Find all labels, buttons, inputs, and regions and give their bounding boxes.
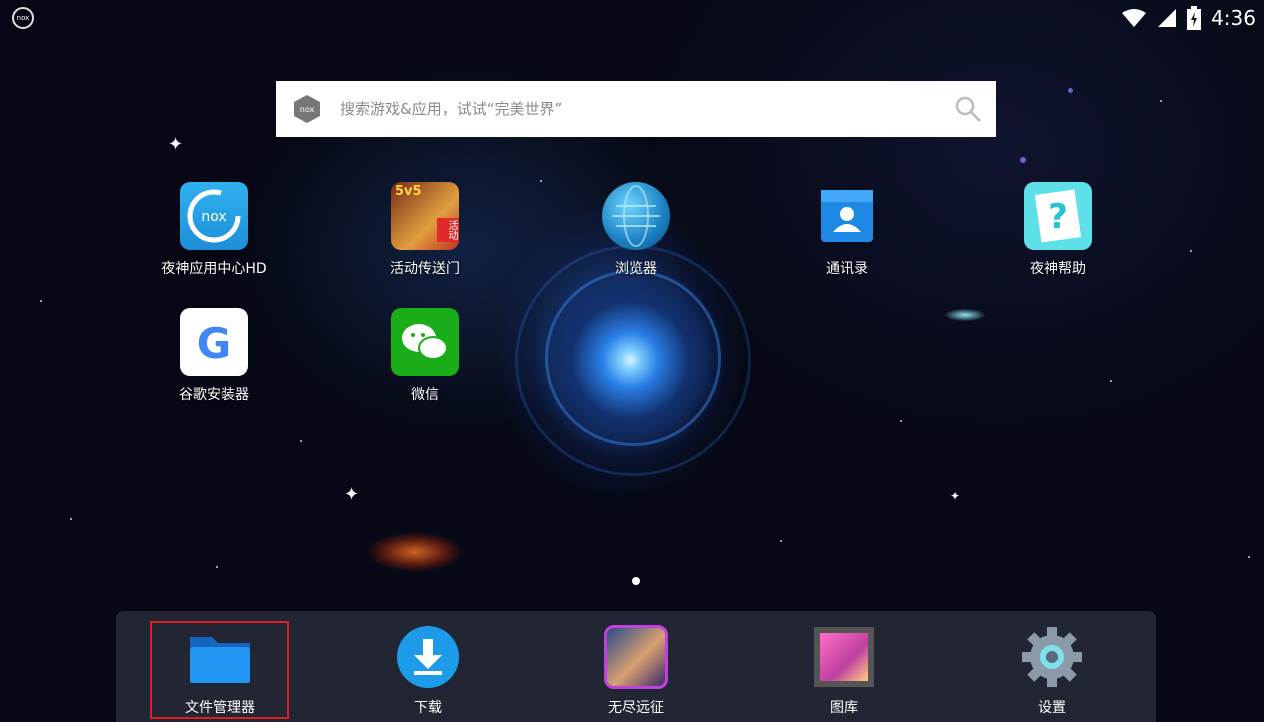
search-bar[interactable]: nox 搜索游戏&应用，试试“完美世界” bbox=[276, 81, 996, 137]
dock-app-gallery[interactable]: 图库 bbox=[774, 625, 914, 717]
game-portrait-icon bbox=[604, 625, 668, 689]
dock-label: 无尽远征 bbox=[608, 700, 664, 716]
nox-logo-icon: nox bbox=[12, 7, 34, 29]
dock-app-endless-expedition[interactable]: 无尽远征 bbox=[566, 625, 706, 717]
dock-app-download[interactable]: 下载 bbox=[358, 625, 498, 717]
nox-app-center-icon: nox bbox=[180, 182, 248, 250]
search-icon[interactable] bbox=[954, 95, 982, 123]
star bbox=[1248, 556, 1250, 558]
app-label: 浏览器 bbox=[615, 261, 657, 277]
battery-charging-icon bbox=[1187, 6, 1202, 30]
event-portal-icon: 5v5 活动 bbox=[391, 182, 459, 250]
app-label: 通讯录 bbox=[826, 261, 868, 277]
star bbox=[70, 518, 72, 520]
browser-globe-icon bbox=[602, 182, 670, 250]
app-event-portal[interactable]: 5v5 活动 活动传送门 bbox=[355, 182, 495, 278]
app-wechat[interactable]: 微信 bbox=[355, 308, 495, 404]
galaxy-ring bbox=[515, 245, 751, 476]
star bbox=[1110, 380, 1112, 382]
star bbox=[540, 180, 542, 182]
status-bar: nox 4:36 bbox=[0, 0, 1264, 36]
star bbox=[1160, 100, 1162, 102]
star bbox=[1190, 250, 1192, 252]
dock-label: 设置 bbox=[1038, 700, 1066, 716]
clock: 4:36 bbox=[1211, 6, 1256, 30]
svg-text:G: G bbox=[197, 319, 231, 368]
star bbox=[40, 300, 42, 302]
sparkle-star: ✦ bbox=[950, 489, 961, 503]
app-label: 微信 bbox=[411, 387, 439, 403]
star bbox=[1020, 157, 1026, 163]
svg-text:nox: nox bbox=[300, 105, 315, 114]
svg-text:?: ? bbox=[1048, 197, 1068, 237]
nox-search-logo-icon: nox bbox=[294, 95, 320, 123]
page-indicator bbox=[632, 577, 640, 585]
sparkle-star: ✦ bbox=[344, 484, 360, 505]
wifi-icon bbox=[1122, 9, 1147, 27]
highlight-box bbox=[150, 621, 289, 719]
app-nox-app-center[interactable]: nox 夜神应用中心HD bbox=[144, 182, 284, 278]
svg-text:nox: nox bbox=[201, 209, 226, 225]
star bbox=[900, 420, 902, 422]
dock-app-settings[interactable]: 设置 bbox=[982, 625, 1122, 717]
star bbox=[300, 440, 302, 442]
app-label: 夜神应用中心HD bbox=[161, 261, 267, 277]
contacts-icon bbox=[813, 182, 881, 250]
star bbox=[1068, 88, 1073, 93]
signal-icon bbox=[1158, 9, 1177, 27]
star bbox=[216, 566, 218, 568]
dock-label: 下载 bbox=[414, 700, 442, 716]
app-contacts[interactable]: 通讯录 bbox=[777, 182, 917, 278]
app-google-installer[interactable]: G 谷歌安装器 bbox=[144, 308, 284, 404]
gear-icon bbox=[1020, 625, 1084, 689]
status-icons: 4:36 bbox=[1121, 4, 1256, 32]
star bbox=[780, 540, 782, 542]
gallery-icon bbox=[812, 625, 876, 689]
dock-label: 图库 bbox=[830, 700, 858, 716]
app-label: 谷歌安装器 bbox=[179, 387, 249, 403]
help-question-icon: ? bbox=[1024, 182, 1092, 250]
sparkle-star: ✦ bbox=[168, 134, 184, 155]
download-icon bbox=[396, 625, 460, 689]
app-label: 活动传送门 bbox=[390, 261, 460, 277]
wechat-icon bbox=[391, 308, 459, 376]
app-nox-help[interactable]: ? 夜神帮助 bbox=[988, 182, 1128, 278]
search-placeholder: 搜索游戏&应用，试试“完美世界” bbox=[340, 100, 563, 118]
app-label: 夜神帮助 bbox=[1030, 261, 1086, 277]
google-installer-icon: G bbox=[180, 308, 248, 376]
app-browser[interactable]: 浏览器 bbox=[566, 182, 706, 278]
